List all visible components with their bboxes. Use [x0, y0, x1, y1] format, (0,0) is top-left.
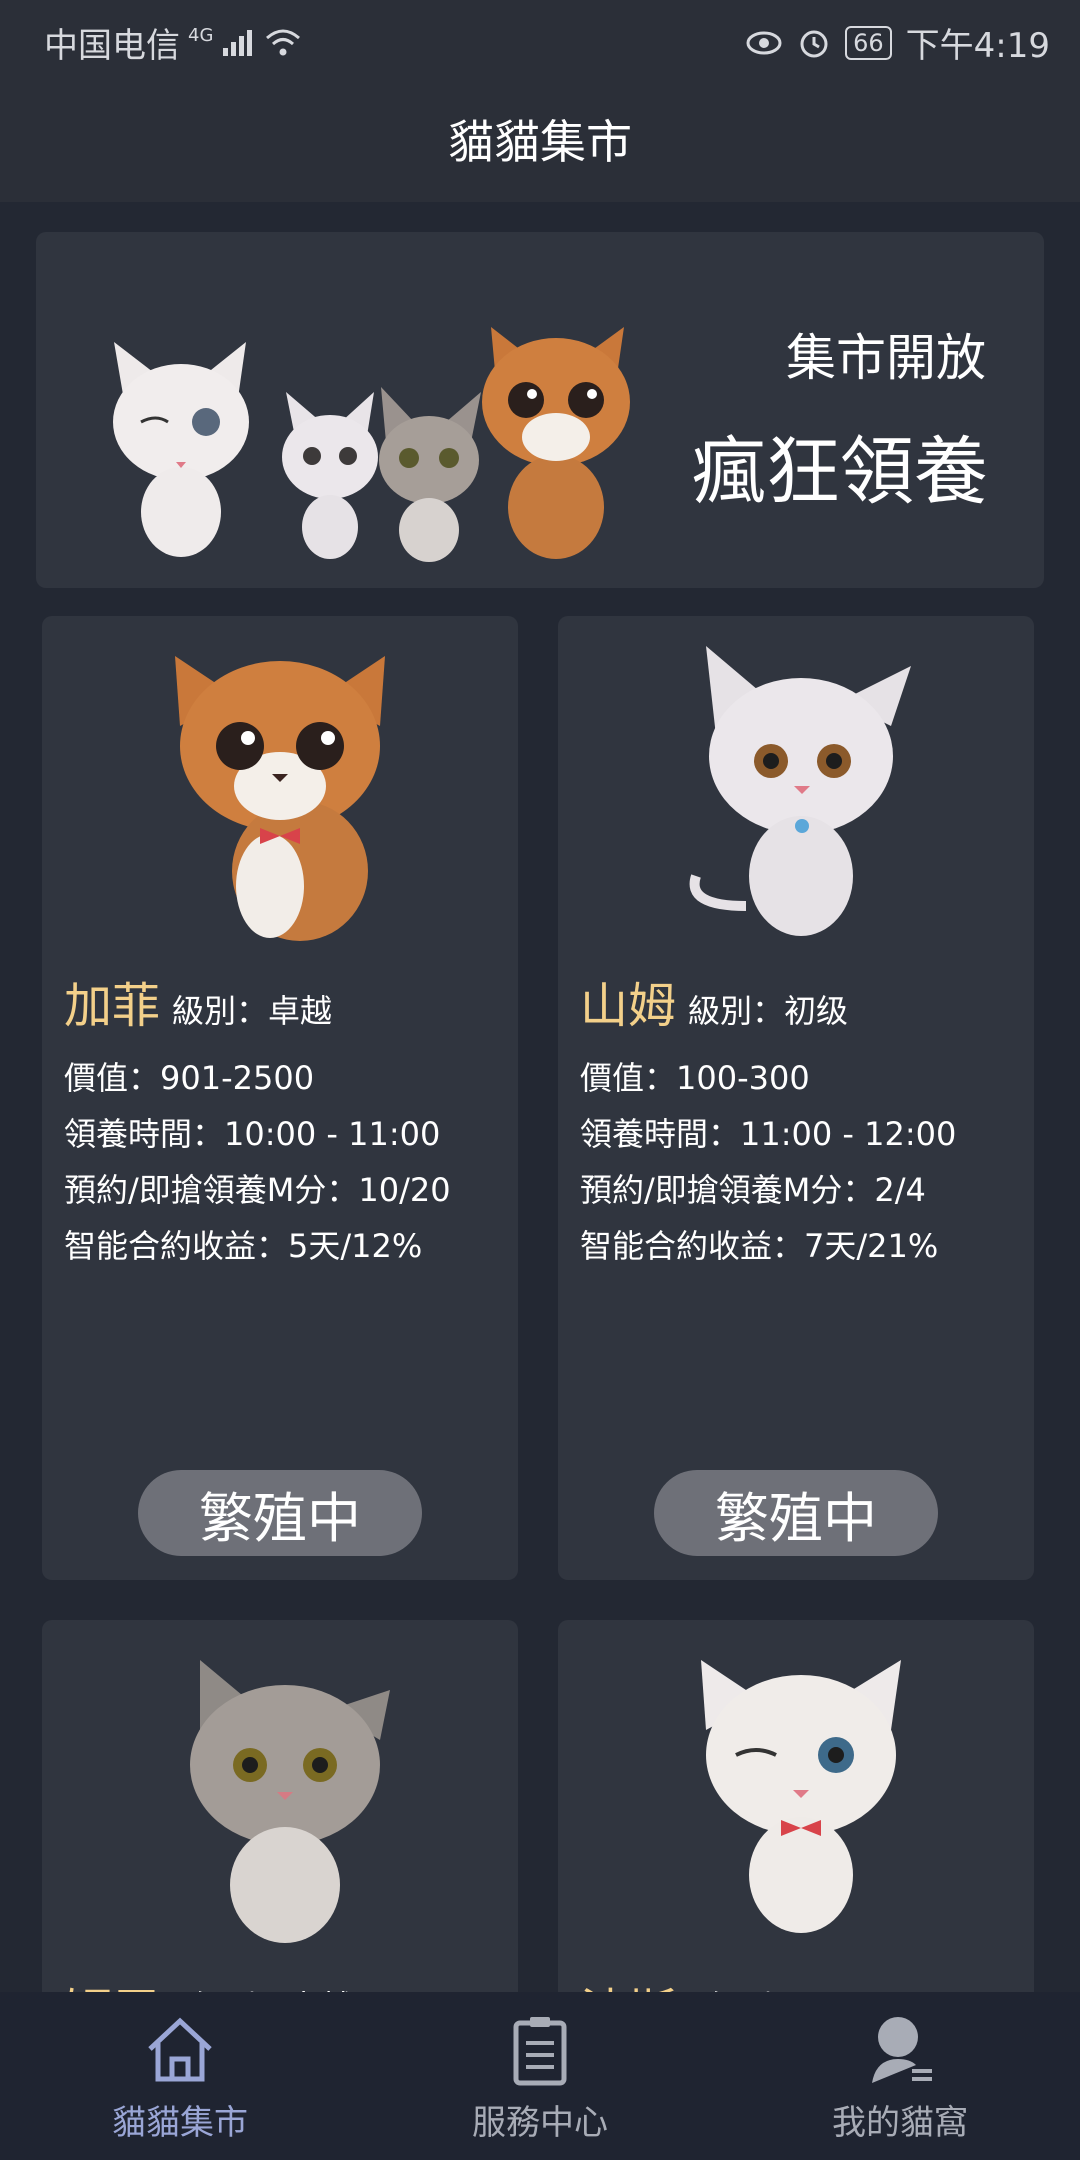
page-title: 貓貓集市: [0, 76, 1080, 202]
cat-name: 山姆: [580, 978, 677, 1034]
cat-level: 級別：初级: [688, 992, 849, 1030]
cat-image: [190, 1660, 390, 1943]
nav-label: 我的貓窩: [832, 2102, 968, 2143]
alarm-icon: [800, 30, 828, 57]
adoption-points: 預約/即搶領養M分：10/20: [64, 1171, 451, 1209]
cat-card[interactable]: 加菲 級別：卓越 價值：901-2500 領養時間：10:00 - 11:00 …: [42, 616, 518, 1580]
cat-image: [701, 1660, 901, 1933]
breeding-button[interactable]: 繁殖中: [138, 1470, 422, 1556]
nav-item-my-cats[interactable]: 我的貓窩: [750, 2009, 1050, 2144]
banner-slogan: 瘋狂領養: [692, 429, 988, 515]
contract-income: 智能合約收益：5天/12%: [64, 1227, 423, 1265]
nav-item-market[interactable]: 貓貓集市: [30, 2009, 330, 2144]
nav-label: 服務中心: [472, 2102, 608, 2143]
cat-info: 加菲 級別：卓越 價值：901-2500 領養時間：10:00 - 11:00 …: [64, 966, 504, 1274]
battery-indicator: 66: [845, 25, 892, 60]
adoption-time: 領養時間：11:00 - 12:00: [580, 1115, 957, 1153]
cat-card[interactable]: 山姆 級別：初级 價值：100-300 領養時間：11:00 - 12:00 預…: [558, 616, 1034, 1580]
name-line: 加菲 級別：卓越: [64, 966, 504, 1036]
network-label: 4G: [188, 25, 214, 46]
name-line: 山姆 級別：初级: [580, 966, 1020, 1036]
market-banner[interactable]: 集市開放 瘋狂領養: [36, 232, 1044, 588]
eye-icon: [746, 31, 782, 54]
carrier-label: 中国电信: [44, 26, 180, 66]
home-icon: [148, 2017, 212, 2081]
status-bar: 中国电信 4G 66 下午4:19: [0, 0, 1080, 76]
adoption-time: 領養時間：10:00 - 11:00: [64, 1115, 441, 1153]
contract-income: 智能合約收益：7天/21%: [580, 1227, 939, 1265]
cat-card[interactable]: 波斯 級別：: [558, 1620, 1034, 2020]
cat-value: 價值：100-300: [580, 1059, 810, 1097]
cat-image: [689, 646, 911, 936]
adoption-points: 預約/即搶領養M分：2/4: [580, 1171, 926, 1209]
bottom-nav: 貓貓集市 服務中心 我的貓窩: [0, 1992, 1080, 2160]
status-left: 中国电信 4G: [44, 18, 303, 67]
wifi-icon: [266, 29, 301, 55]
clipboard-icon: [513, 2016, 567, 2085]
profile-icon: [872, 2016, 932, 2083]
signal-icon: [223, 29, 253, 56]
nav-label: 貓貓集市: [112, 2102, 248, 2143]
breeding-button[interactable]: 繁殖中: [654, 1470, 938, 1556]
cat-image: [175, 656, 385, 941]
cat-card[interactable]: 短尾 級別：卓越: [42, 1620, 518, 2020]
cat-level: 級別：卓越: [172, 992, 333, 1030]
cat-value: 價值：901-2500: [64, 1059, 315, 1097]
banner-headline: 集市開放: [786, 329, 986, 387]
cat-info: 山姆 級別：初级 價值：100-300 領養時間：11:00 - 12:00 預…: [580, 966, 1020, 1274]
status-right: 66 下午4:19: [745, 18, 1050, 67]
nav-item-service[interactable]: 服務中心: [390, 2009, 690, 2144]
time-label: 下午4:19: [905, 26, 1050, 66]
banner-cats-image: [113, 327, 630, 562]
cat-name: 加菲: [64, 978, 161, 1034]
